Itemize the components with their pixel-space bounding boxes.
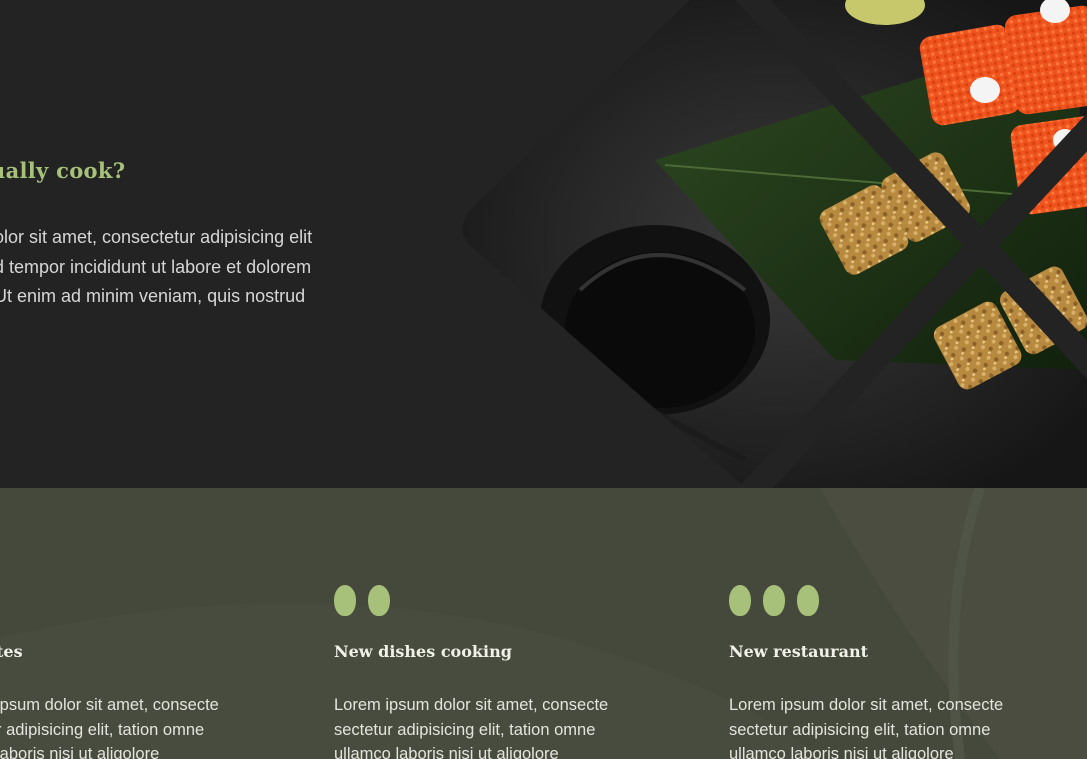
feature-line: laboris nisi ut aliqolore: [0, 745, 160, 759]
feature-text: ipsum dolor sit amet, consecte r adipisi…: [0, 693, 219, 759]
features-section: tes ipsum dolor sit amet, consecte r adi…: [0, 488, 1087, 759]
feature-title: New restaurant: [729, 642, 868, 661]
about-line: Ut enim ad minim veniam, quis nostrud: [0, 286, 306, 306]
feature-line: sectetur adipisicing elit, tation omne: [729, 720, 991, 739]
feature-line: ullamco laboris nisi ut aliqolore: [729, 745, 954, 759]
feature-card: tes ipsum dolor sit amet, consecte r adi…: [0, 585, 267, 759]
feature-dots: [729, 585, 1059, 619]
about-paragraph: olor sit amet, consectetur adipisicing e…: [0, 223, 394, 312]
feature-line: sectetur adipisicing elit, tation omne: [334, 720, 596, 739]
feature-line: Lorem ipsum dolor sit amet, consecte: [729, 696, 1004, 714]
feature-line: Lorem ipsum dolor sit amet, consecte: [334, 696, 609, 714]
dot-icon: [797, 585, 819, 616]
feature-title: tes: [0, 642, 23, 661]
dot-icon: [334, 585, 356, 616]
about-line: d tempor incididunt ut labore et dolorem: [0, 256, 312, 277]
feature-text: Lorem ipsum dolor sit amet, consecte sec…: [334, 693, 608, 759]
about-section: ually cook? olor sit amet, consectetur a…: [0, 0, 1087, 488]
dot-icon: [729, 585, 751, 616]
feature-line: ullamco laboris nisi ut aliqolore: [334, 745, 559, 759]
feature-dots: [334, 585, 664, 619]
feature-title: New dishes cooking: [334, 642, 512, 661]
sushi-platter-photo: [462, 0, 1087, 488]
feature-line: ipsum dolor sit amet, consecte: [0, 696, 219, 714]
about-line: olor sit amet, consectetur adipisicing e…: [0, 227, 313, 247]
feature-line: r adipisicing elit, tation omne: [0, 720, 205, 739]
feature-dots: [0, 585, 267, 619]
dot-icon: [763, 585, 785, 616]
feature-card: New dishes cooking Lorem ipsum dolor sit…: [334, 585, 664, 759]
dot-icon: [368, 585, 390, 616]
feature-card: New restaurant Lorem ipsum dolor sit ame…: [729, 585, 1059, 759]
feature-text: Lorem ipsum dolor sit amet, consecte sec…: [729, 693, 1003, 759]
about-heading: ually cook?: [0, 158, 126, 183]
